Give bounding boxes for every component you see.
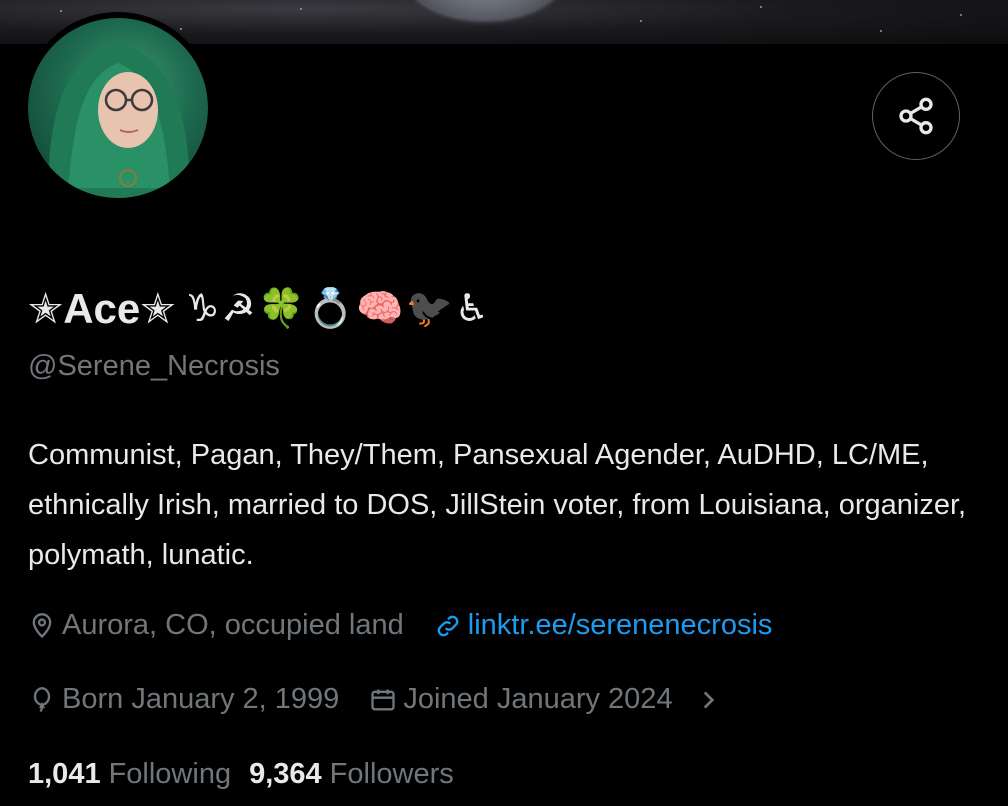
joined-item[interactable]: Joined January 2024 [369,683,673,716]
joined-text: Joined January 2024 [403,683,673,715]
profile-meta-row: Aurora, CO, occupied land linktr.ee/sere… [28,609,802,642]
banner-star [960,14,962,16]
location-item: Aurora, CO, occupied land [28,609,404,642]
banner-star [180,28,182,30]
link-icon [437,615,459,636]
followers-link[interactable]: 9,364 Followers [249,758,454,791]
username-handle: @Serene_Necrosis [28,350,280,382]
location-text: Aurora, CO, occupied land [62,609,404,641]
website-link[interactable]: linktr.ee/serenenecrosis [434,609,773,642]
avatar[interactable] [22,12,214,204]
following-count: 1,041 [28,758,101,790]
display-name: ✭Ace✭ [28,284,176,332]
share-button[interactable] [872,72,960,160]
chevron-right-icon[interactable] [695,687,721,713]
display-name-emoji: ♑☭🍀💍🧠🐦‍⬛♿ [185,285,491,330]
banner-star [640,20,642,22]
banner-star [760,6,762,8]
follow-stats: 1,041 Following 9,364 Followers [28,758,472,791]
website-text[interactable]: linktr.ee/serenenecrosis [468,609,773,642]
banner-star [300,8,302,10]
followers-count: 9,364 [249,758,322,790]
following-label: Following [108,758,232,790]
banner-star [60,10,62,12]
avatar-image [28,18,208,198]
banner-star [880,30,882,32]
birthday-text: Born January 2, 1999 [62,683,340,715]
balloon-icon [33,686,51,712]
followers-label: Followers [329,758,454,790]
location-pin-icon [32,612,52,638]
calendar-icon [371,689,395,710]
profile-dates-row: Born January 2, 1999 Joined January 2024 [28,683,721,716]
profile-bio: Communist, Pagan, They/Them, Pansexual A… [28,439,967,571]
following-link[interactable]: 1,041 Following [28,758,231,791]
banner-planet [400,0,570,20]
display-name-row: ✭Ace✭ ♑☭🍀💍🧠🐦‍⬛♿ [28,278,491,338]
share-icon [899,97,933,135]
birthday-item: Born January 2, 1999 [28,683,339,716]
